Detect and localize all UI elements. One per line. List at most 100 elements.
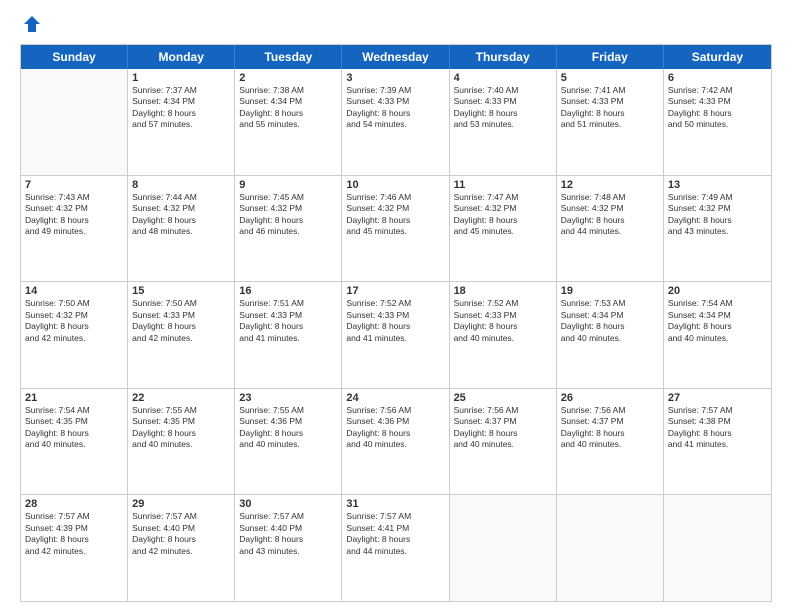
- day-info: Sunrise: 7:46 AM Sunset: 4:32 PM Dayligh…: [346, 192, 444, 238]
- calendar-row: 7Sunrise: 7:43 AM Sunset: 4:32 PM Daylig…: [21, 176, 771, 283]
- calendar-cell: 10Sunrise: 7:46 AM Sunset: 4:32 PM Dayli…: [342, 176, 449, 282]
- calendar-cell: [664, 495, 771, 601]
- day-number: 20: [668, 285, 767, 297]
- calendar-cell: 29Sunrise: 7:57 AM Sunset: 4:40 PM Dayli…: [128, 495, 235, 601]
- header-day: Friday: [557, 45, 664, 69]
- calendar-cell: 12Sunrise: 7:48 AM Sunset: 4:32 PM Dayli…: [557, 176, 664, 282]
- calendar-cell: 4Sunrise: 7:40 AM Sunset: 4:33 PM Daylig…: [450, 69, 557, 175]
- calendar-cell: 14Sunrise: 7:50 AM Sunset: 4:32 PM Dayli…: [21, 282, 128, 388]
- calendar-cell: 19Sunrise: 7:53 AM Sunset: 4:34 PM Dayli…: [557, 282, 664, 388]
- calendar-cell: 17Sunrise: 7:52 AM Sunset: 4:33 PM Dayli…: [342, 282, 449, 388]
- calendar-cell: 30Sunrise: 7:57 AM Sunset: 4:40 PM Dayli…: [235, 495, 342, 601]
- day-info: Sunrise: 7:55 AM Sunset: 4:36 PM Dayligh…: [239, 405, 337, 451]
- day-info: Sunrise: 7:54 AM Sunset: 4:34 PM Dayligh…: [668, 298, 767, 344]
- day-info: Sunrise: 7:37 AM Sunset: 4:34 PM Dayligh…: [132, 85, 230, 131]
- day-info: Sunrise: 7:57 AM Sunset: 4:40 PM Dayligh…: [132, 511, 230, 557]
- day-number: 31: [346, 498, 444, 510]
- calendar-row: 28Sunrise: 7:57 AM Sunset: 4:39 PM Dayli…: [21, 495, 771, 601]
- day-number: 17: [346, 285, 444, 297]
- day-number: 28: [25, 498, 123, 510]
- day-number: 8: [132, 179, 230, 191]
- day-number: 7: [25, 179, 123, 191]
- calendar-row: 1Sunrise: 7:37 AM Sunset: 4:34 PM Daylig…: [21, 69, 771, 176]
- day-info: Sunrise: 7:57 AM Sunset: 4:41 PM Dayligh…: [346, 511, 444, 557]
- day-number: 9: [239, 179, 337, 191]
- header-day: Saturday: [664, 45, 771, 69]
- day-number: 2: [239, 72, 337, 84]
- calendar-cell: 22Sunrise: 7:55 AM Sunset: 4:35 PM Dayli…: [128, 389, 235, 495]
- day-number: 30: [239, 498, 337, 510]
- day-info: Sunrise: 7:53 AM Sunset: 4:34 PM Dayligh…: [561, 298, 659, 344]
- day-number: 6: [668, 72, 767, 84]
- day-number: 18: [454, 285, 552, 297]
- calendar-row: 14Sunrise: 7:50 AM Sunset: 4:32 PM Dayli…: [21, 282, 771, 389]
- day-info: Sunrise: 7:57 AM Sunset: 4:39 PM Dayligh…: [25, 511, 123, 557]
- calendar-cell: 11Sunrise: 7:47 AM Sunset: 4:32 PM Dayli…: [450, 176, 557, 282]
- day-info: Sunrise: 7:57 AM Sunset: 4:40 PM Dayligh…: [239, 511, 337, 557]
- day-number: 23: [239, 392, 337, 404]
- calendar-cell: [450, 495, 557, 601]
- calendar-cell: 26Sunrise: 7:56 AM Sunset: 4:37 PM Dayli…: [557, 389, 664, 495]
- day-number: 1: [132, 72, 230, 84]
- day-info: Sunrise: 7:56 AM Sunset: 4:37 PM Dayligh…: [561, 405, 659, 451]
- day-info: Sunrise: 7:55 AM Sunset: 4:35 PM Dayligh…: [132, 405, 230, 451]
- calendar-cell: 2Sunrise: 7:38 AM Sunset: 4:34 PM Daylig…: [235, 69, 342, 175]
- day-number: 5: [561, 72, 659, 84]
- calendar-cell: 6Sunrise: 7:42 AM Sunset: 4:33 PM Daylig…: [664, 69, 771, 175]
- day-number: 25: [454, 392, 552, 404]
- day-number: 4: [454, 72, 552, 84]
- day-info: Sunrise: 7:45 AM Sunset: 4:32 PM Dayligh…: [239, 192, 337, 238]
- logo-icon: [22, 14, 42, 34]
- calendar-cell: 31Sunrise: 7:57 AM Sunset: 4:41 PM Dayli…: [342, 495, 449, 601]
- header: [20, 16, 772, 36]
- day-info: Sunrise: 7:56 AM Sunset: 4:37 PM Dayligh…: [454, 405, 552, 451]
- header-day: Tuesday: [235, 45, 342, 69]
- day-info: Sunrise: 7:51 AM Sunset: 4:33 PM Dayligh…: [239, 298, 337, 344]
- day-info: Sunrise: 7:41 AM Sunset: 4:33 PM Dayligh…: [561, 85, 659, 131]
- day-number: 14: [25, 285, 123, 297]
- calendar-cell: 7Sunrise: 7:43 AM Sunset: 4:32 PM Daylig…: [21, 176, 128, 282]
- day-number: 26: [561, 392, 659, 404]
- day-number: 3: [346, 72, 444, 84]
- calendar-cell: [557, 495, 664, 601]
- day-info: Sunrise: 7:49 AM Sunset: 4:32 PM Dayligh…: [668, 192, 767, 238]
- day-number: 13: [668, 179, 767, 191]
- day-info: Sunrise: 7:38 AM Sunset: 4:34 PM Dayligh…: [239, 85, 337, 131]
- day-info: Sunrise: 7:50 AM Sunset: 4:32 PM Dayligh…: [25, 298, 123, 344]
- calendar-cell: 1Sunrise: 7:37 AM Sunset: 4:34 PM Daylig…: [128, 69, 235, 175]
- day-info: Sunrise: 7:42 AM Sunset: 4:33 PM Dayligh…: [668, 85, 767, 131]
- page: SundayMondayTuesdayWednesdayThursdayFrid…: [0, 0, 792, 612]
- calendar-cell: 5Sunrise: 7:41 AM Sunset: 4:33 PM Daylig…: [557, 69, 664, 175]
- day-info: Sunrise: 7:44 AM Sunset: 4:32 PM Dayligh…: [132, 192, 230, 238]
- day-info: Sunrise: 7:39 AM Sunset: 4:33 PM Dayligh…: [346, 85, 444, 131]
- calendar-cell: 28Sunrise: 7:57 AM Sunset: 4:39 PM Dayli…: [21, 495, 128, 601]
- day-info: Sunrise: 7:48 AM Sunset: 4:32 PM Dayligh…: [561, 192, 659, 238]
- day-info: Sunrise: 7:43 AM Sunset: 4:32 PM Dayligh…: [25, 192, 123, 238]
- calendar-row: 21Sunrise: 7:54 AM Sunset: 4:35 PM Dayli…: [21, 389, 771, 496]
- calendar: SundayMondayTuesdayWednesdayThursdayFrid…: [20, 44, 772, 602]
- calendar-cell: 16Sunrise: 7:51 AM Sunset: 4:33 PM Dayli…: [235, 282, 342, 388]
- day-info: Sunrise: 7:52 AM Sunset: 4:33 PM Dayligh…: [454, 298, 552, 344]
- day-number: 15: [132, 285, 230, 297]
- calendar-cell: 27Sunrise: 7:57 AM Sunset: 4:38 PM Dayli…: [664, 389, 771, 495]
- calendar-body: 1Sunrise: 7:37 AM Sunset: 4:34 PM Daylig…: [21, 69, 771, 601]
- day-info: Sunrise: 7:54 AM Sunset: 4:35 PM Dayligh…: [25, 405, 123, 451]
- calendar-header: SundayMondayTuesdayWednesdayThursdayFrid…: [21, 45, 771, 69]
- calendar-cell: [21, 69, 128, 175]
- day-info: Sunrise: 7:57 AM Sunset: 4:38 PM Dayligh…: [668, 405, 767, 451]
- calendar-cell: 3Sunrise: 7:39 AM Sunset: 4:33 PM Daylig…: [342, 69, 449, 175]
- header-day: Monday: [128, 45, 235, 69]
- day-number: 19: [561, 285, 659, 297]
- day-info: Sunrise: 7:47 AM Sunset: 4:32 PM Dayligh…: [454, 192, 552, 238]
- day-number: 24: [346, 392, 444, 404]
- calendar-cell: 25Sunrise: 7:56 AM Sunset: 4:37 PM Dayli…: [450, 389, 557, 495]
- calendar-cell: 15Sunrise: 7:50 AM Sunset: 4:33 PM Dayli…: [128, 282, 235, 388]
- day-info: Sunrise: 7:40 AM Sunset: 4:33 PM Dayligh…: [454, 85, 552, 131]
- day-number: 21: [25, 392, 123, 404]
- day-number: 10: [346, 179, 444, 191]
- calendar-cell: 9Sunrise: 7:45 AM Sunset: 4:32 PM Daylig…: [235, 176, 342, 282]
- calendar-cell: 21Sunrise: 7:54 AM Sunset: 4:35 PM Dayli…: [21, 389, 128, 495]
- day-info: Sunrise: 7:56 AM Sunset: 4:36 PM Dayligh…: [346, 405, 444, 451]
- calendar-cell: 8Sunrise: 7:44 AM Sunset: 4:32 PM Daylig…: [128, 176, 235, 282]
- day-number: 22: [132, 392, 230, 404]
